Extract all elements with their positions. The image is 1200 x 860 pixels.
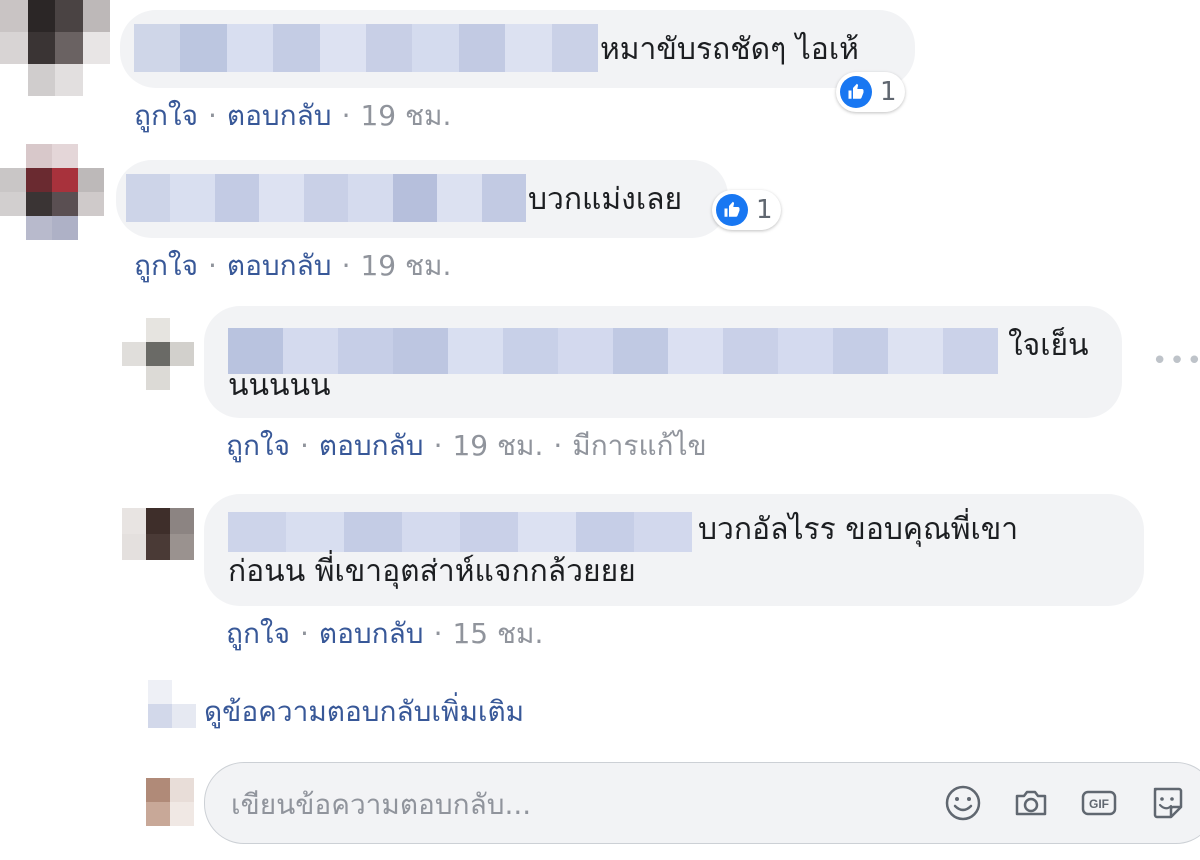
emoji-icon[interactable] — [943, 783, 983, 823]
gif-label: GIF — [1089, 797, 1109, 811]
like-link[interactable]: ถูกใจ — [226, 617, 290, 650]
comment-actions: ถูกใจ · ตอบกลับ · 19 ชม. — [134, 99, 452, 132]
reaction-count: 1 — [880, 77, 897, 107]
reply-actions: ถูกใจ · ตอบกลับ · 19 ชม. · มีการแก้ไข — [226, 429, 707, 462]
reply-text: ก่อนน พี่เขาอุตส่าห์แจกกล้วยยย — [228, 554, 636, 589]
avatar — [148, 680, 196, 728]
like-reaction-icon — [840, 76, 872, 108]
edited-link[interactable]: มีการแก้ไข — [572, 429, 706, 462]
reply-text: นนนนน — [228, 368, 331, 403]
reply-link[interactable]: ตอบกลับ — [319, 617, 424, 650]
reply-text: บวกอัลไรร ขอบคุณพี่เขา — [698, 512, 1019, 547]
reply-link[interactable]: ตอบกลับ — [227, 99, 332, 132]
blurred-author-name — [134, 24, 598, 72]
reply-text: ใจเย็น — [1008, 328, 1089, 363]
like-link[interactable]: ถูกใจ — [134, 249, 198, 282]
more-options-icon[interactable]: ••• — [1152, 346, 1200, 376]
reaction-badge[interactable]: 1 — [712, 190, 781, 230]
avatar[interactable] — [0, 0, 110, 96]
reply-link[interactable]: ตอบกลับ — [227, 249, 332, 282]
blurred-author-name — [228, 328, 998, 374]
reaction-count: 1 — [756, 195, 773, 225]
timestamp[interactable]: 15 ชม. — [452, 617, 543, 650]
reply-composer: GIF — [204, 762, 1200, 844]
comment-bubble: หมาขับรถชัดๆ ไอเห้ — [120, 10, 915, 88]
avatar[interactable] — [122, 508, 194, 560]
reaction-badge[interactable]: 1 — [836, 72, 905, 112]
camera-icon[interactable] — [1011, 783, 1051, 823]
reply-link[interactable]: ตอบกลับ — [319, 429, 424, 462]
comment-text: หมาขับรถชัดๆ ไอเห้ — [600, 32, 859, 67]
blurred-author-name — [228, 512, 692, 552]
avatar — [146, 778, 194, 826]
gif-icon[interactable]: GIF — [1079, 783, 1119, 823]
timestamp[interactable]: 19 ชม. — [360, 99, 451, 132]
timestamp[interactable]: 19 ชม. — [360, 249, 451, 282]
reply-input[interactable] — [229, 783, 913, 825]
like-reaction-icon — [716, 194, 748, 226]
reply-bubble: ใจเย็น นนนนน — [204, 306, 1122, 418]
blurred-author-name — [126, 174, 526, 222]
timestamp[interactable]: 19 ชม. — [452, 429, 543, 462]
avatar[interactable] — [122, 318, 194, 390]
comment-bubble: บวกแม่งเลย — [116, 160, 728, 238]
like-link[interactable]: ถูกใจ — [134, 99, 198, 132]
reply-bubble: บวกอัลไรร ขอบคุณพี่เขา ก่อนน พี่เขาอุตส่… — [204, 494, 1144, 606]
reply-actions: ถูกใจ · ตอบกลับ · 15 ชม. — [226, 617, 544, 650]
comment-actions: ถูกใจ · ตอบกลับ · 19 ชม. — [134, 249, 452, 282]
like-link[interactable]: ถูกใจ — [226, 429, 290, 462]
avatar[interactable] — [0, 144, 104, 240]
view-more-replies-link[interactable]: ดูข้อความตอบกลับเพิ่มเติม — [204, 690, 524, 734]
sticker-icon[interactable] — [1147, 783, 1187, 823]
comment-text: บวกแม่งเลย — [528, 182, 683, 217]
